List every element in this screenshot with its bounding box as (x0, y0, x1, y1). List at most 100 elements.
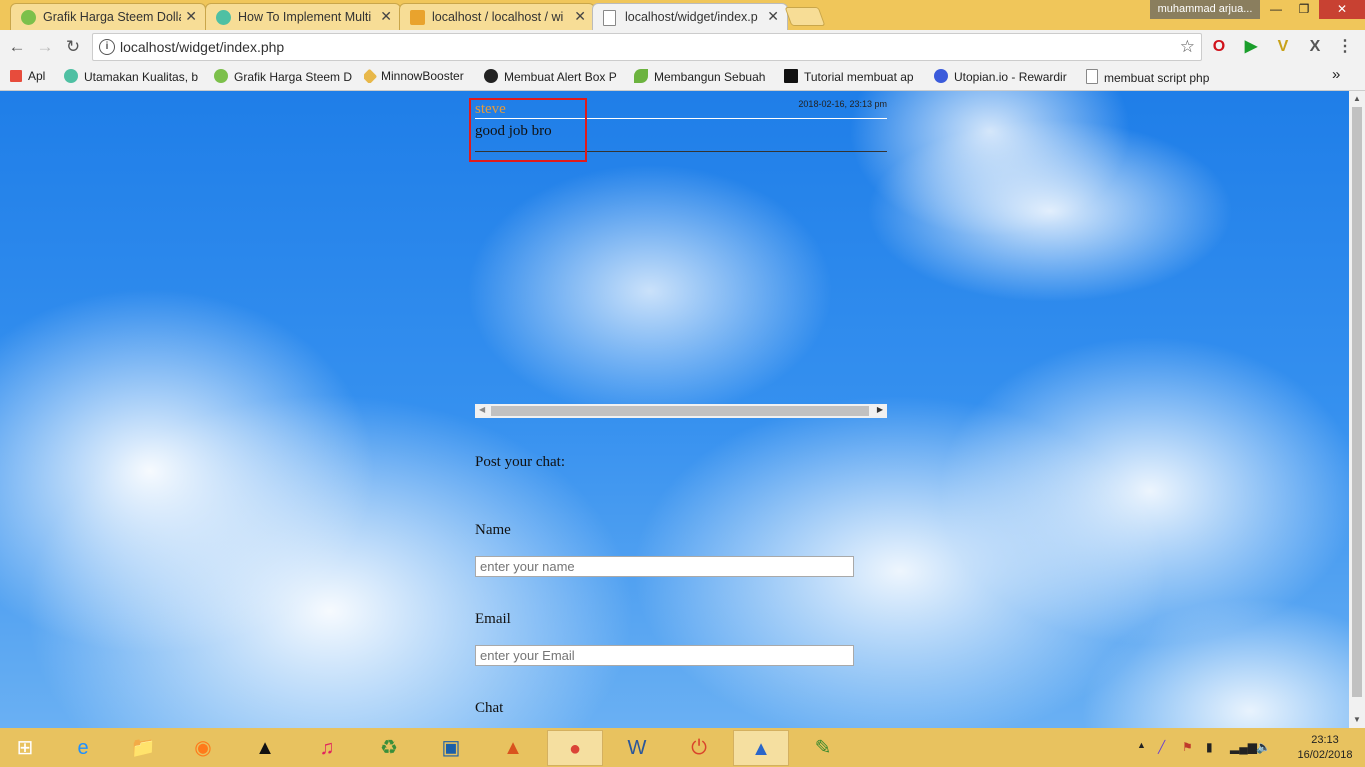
scroll-up-icon[interactable]: ▲ (1353, 94, 1361, 103)
vlc-icon: ▲ (751, 738, 771, 760)
notepad-plus-icon: ✎ (814, 737, 832, 759)
aimp-icon: ▲ (255, 737, 275, 759)
v-extension-icon[interactable]: V (1272, 36, 1294, 58)
virtualbox-icon: ▣ (441, 737, 461, 759)
virtualbox-taskbar-button[interactable]: ▣ (423, 730, 479, 766)
internet-explorer-taskbar-button[interactable]: e (55, 730, 111, 766)
close-icon[interactable]: ✕ (767, 8, 779, 25)
file-explorer-taskbar-button[interactable]: 📁 (115, 730, 171, 766)
url-text: localhost/widget/index.php (120, 39, 285, 55)
scroll-left-icon[interactable]: ◀ (479, 405, 485, 414)
pen-icon[interactable]: ╱ (1158, 740, 1165, 754)
itunes-taskbar-button[interactable]: ♫ (299, 730, 355, 766)
bookmark-label: MinnowBooster (381, 69, 464, 83)
close-window-button[interactable]: ✕ (1319, 0, 1365, 19)
steem-icon (214, 69, 228, 83)
email-label: Email (475, 611, 511, 627)
phpmyadmin-icon (410, 10, 425, 25)
chrome-taskbar-button[interactable]: ● (547, 730, 603, 766)
horizontal-scrollbar[interactable]: ◀ ▶ (475, 404, 887, 418)
browser-toolbar: ← → ↻ i localhost/widget/index.php ☆ O ▶… (0, 30, 1365, 65)
tab-phpmyadmin[interactable]: localhost / localhost / wi ✕ (399, 3, 595, 30)
leaf-icon (634, 69, 648, 83)
page-content: steve 2018-02-16, 23:13 pm good job bro … (0, 91, 1349, 728)
close-icon[interactable]: ✕ (185, 8, 197, 25)
clock-time: 23:13 (1311, 734, 1339, 746)
bookmark-tutorial[interactable]: Tutorial membuat ap (784, 69, 920, 84)
more-bookmarks-button[interactable]: » (1332, 66, 1340, 83)
maximize-button[interactable]: ❐ (1290, 0, 1318, 19)
page-icon (603, 10, 616, 26)
word-icon: W (627, 737, 647, 759)
system-clock[interactable]: 23:13 16/02/2018 (1290, 733, 1360, 763)
bookmark-grafik[interactable]: Grafik Harga Steem D (214, 69, 354, 84)
play-extension-icon[interactable]: ▶ (1240, 36, 1262, 58)
signal-icon[interactable]: ▂▄▆ (1230, 740, 1257, 754)
steemit-icon (216, 10, 231, 25)
new-tab-button[interactable] (784, 7, 826, 26)
uc-browser-taskbar-button[interactable]: ◉ (175, 730, 231, 766)
close-icon[interactable]: ✕ (574, 8, 586, 25)
bookmark-membangun[interactable]: Membangun Sebuah (634, 69, 770, 84)
recycle-tool-taskbar-button[interactable]: ♻ (361, 730, 417, 766)
bookmark-label: Membuat Alert Box P (504, 70, 617, 84)
back-button[interactable]: ← (6, 36, 28, 58)
bookmark-label: Membangun Sebuah (654, 70, 766, 84)
word-taskbar-button[interactable]: W (609, 730, 665, 766)
bookmark-alert-box[interactable]: Membuat Alert Box P (484, 69, 620, 84)
scroll-thumb[interactable] (491, 406, 869, 416)
bookmark-label: Tutorial membuat ap (804, 70, 914, 84)
close-icon[interactable]: ✕ (380, 8, 392, 25)
file-explorer-icon: 📁 (130, 737, 156, 759)
tab-widget-index[interactable]: localhost/widget/index.p ✕ (592, 3, 788, 30)
vlc-taskbar-button[interactable]: ▲ (733, 730, 789, 766)
minimize-button[interactable]: — (1262, 0, 1290, 19)
power-app-icon: ⏻ (691, 737, 707, 759)
bookmark-utopian[interactable]: Utopian.io - Rewardir (934, 69, 1074, 84)
x-extension-icon[interactable]: X (1304, 36, 1326, 58)
show-hidden-icons[interactable]: ▲ (1137, 740, 1146, 750)
star-icon[interactable]: ☆ (1180, 37, 1195, 57)
power-app-taskbar-button[interactable]: ⏻ (671, 730, 727, 766)
address-bar[interactable]: i localhost/widget/index.php ☆ (92, 33, 1202, 61)
itunes-icon: ♫ (319, 737, 335, 759)
tab-grafik-harga[interactable]: Grafik Harga Steem Dolla ✕ (10, 3, 206, 30)
bookmark-apps[interactable]: Apl (10, 69, 58, 83)
bookmark-minnowbooster[interactable]: MinnowBooster (364, 69, 474, 83)
page-icon (1086, 69, 1098, 84)
bookmark-label: Apl (28, 69, 46, 83)
profile-button[interactable]: muhammad arjua... (1150, 0, 1260, 19)
forward-button[interactable]: → (34, 36, 56, 58)
matlab-taskbar-button[interactable]: ▲ (485, 730, 541, 766)
tab-title: localhost/widget/index.p (625, 10, 758, 24)
scroll-right-icon[interactable]: ▶ (877, 405, 883, 414)
clock-date: 16/02/2018 (1297, 749, 1353, 761)
tab-title: localhost / localhost / wi (432, 10, 564, 24)
notepad-plus-taskbar-button[interactable]: ✎ (795, 730, 851, 766)
info-icon[interactable]: i (99, 39, 115, 55)
tab-strip: Grafik Harga Steem Dolla ✕ How To Implem… (0, 0, 1365, 30)
name-input[interactable] (475, 556, 854, 577)
aimp-taskbar-button[interactable]: ▲ (237, 730, 293, 766)
battery-icon[interactable]: ▮ (1206, 740, 1213, 754)
bookmark-membuat-script[interactable]: membuat script php (1086, 69, 1222, 85)
menu-icon[interactable]: ⋮ (1334, 36, 1356, 58)
volume-icon[interactable]: 🔈 (1256, 740, 1271, 754)
network-error-icon[interactable]: ⚑ (1182, 740, 1193, 754)
email-input[interactable] (475, 645, 854, 666)
uc-browser-icon: ◉ (194, 737, 212, 759)
name-label: Name (475, 522, 511, 538)
bookmark-label: Utopian.io - Rewardir (954, 70, 1067, 84)
steem-s-icon (484, 69, 498, 83)
scroll-down-icon[interactable]: ▼ (1353, 715, 1361, 724)
bookmark-utamakan[interactable]: Utamakan Kualitas, b (64, 69, 200, 84)
chat-label: Chat (475, 700, 504, 716)
scroll-thumb[interactable] (1352, 107, 1362, 697)
reload-button[interactable]: ↻ (62, 36, 84, 58)
chat-timestamp: 2018-02-16, 23:13 pm (798, 99, 887, 109)
vertical-scrollbar[interactable]: ▲ ▼ (1349, 91, 1365, 728)
tab-how-to-implement[interactable]: How To Implement Multi ✕ (205, 3, 401, 30)
start-button[interactable]: ⊞ (0, 730, 50, 766)
opera-extension-icon[interactable]: O (1208, 36, 1230, 58)
bookmark-label: Grafik Harga Steem D (234, 70, 353, 84)
